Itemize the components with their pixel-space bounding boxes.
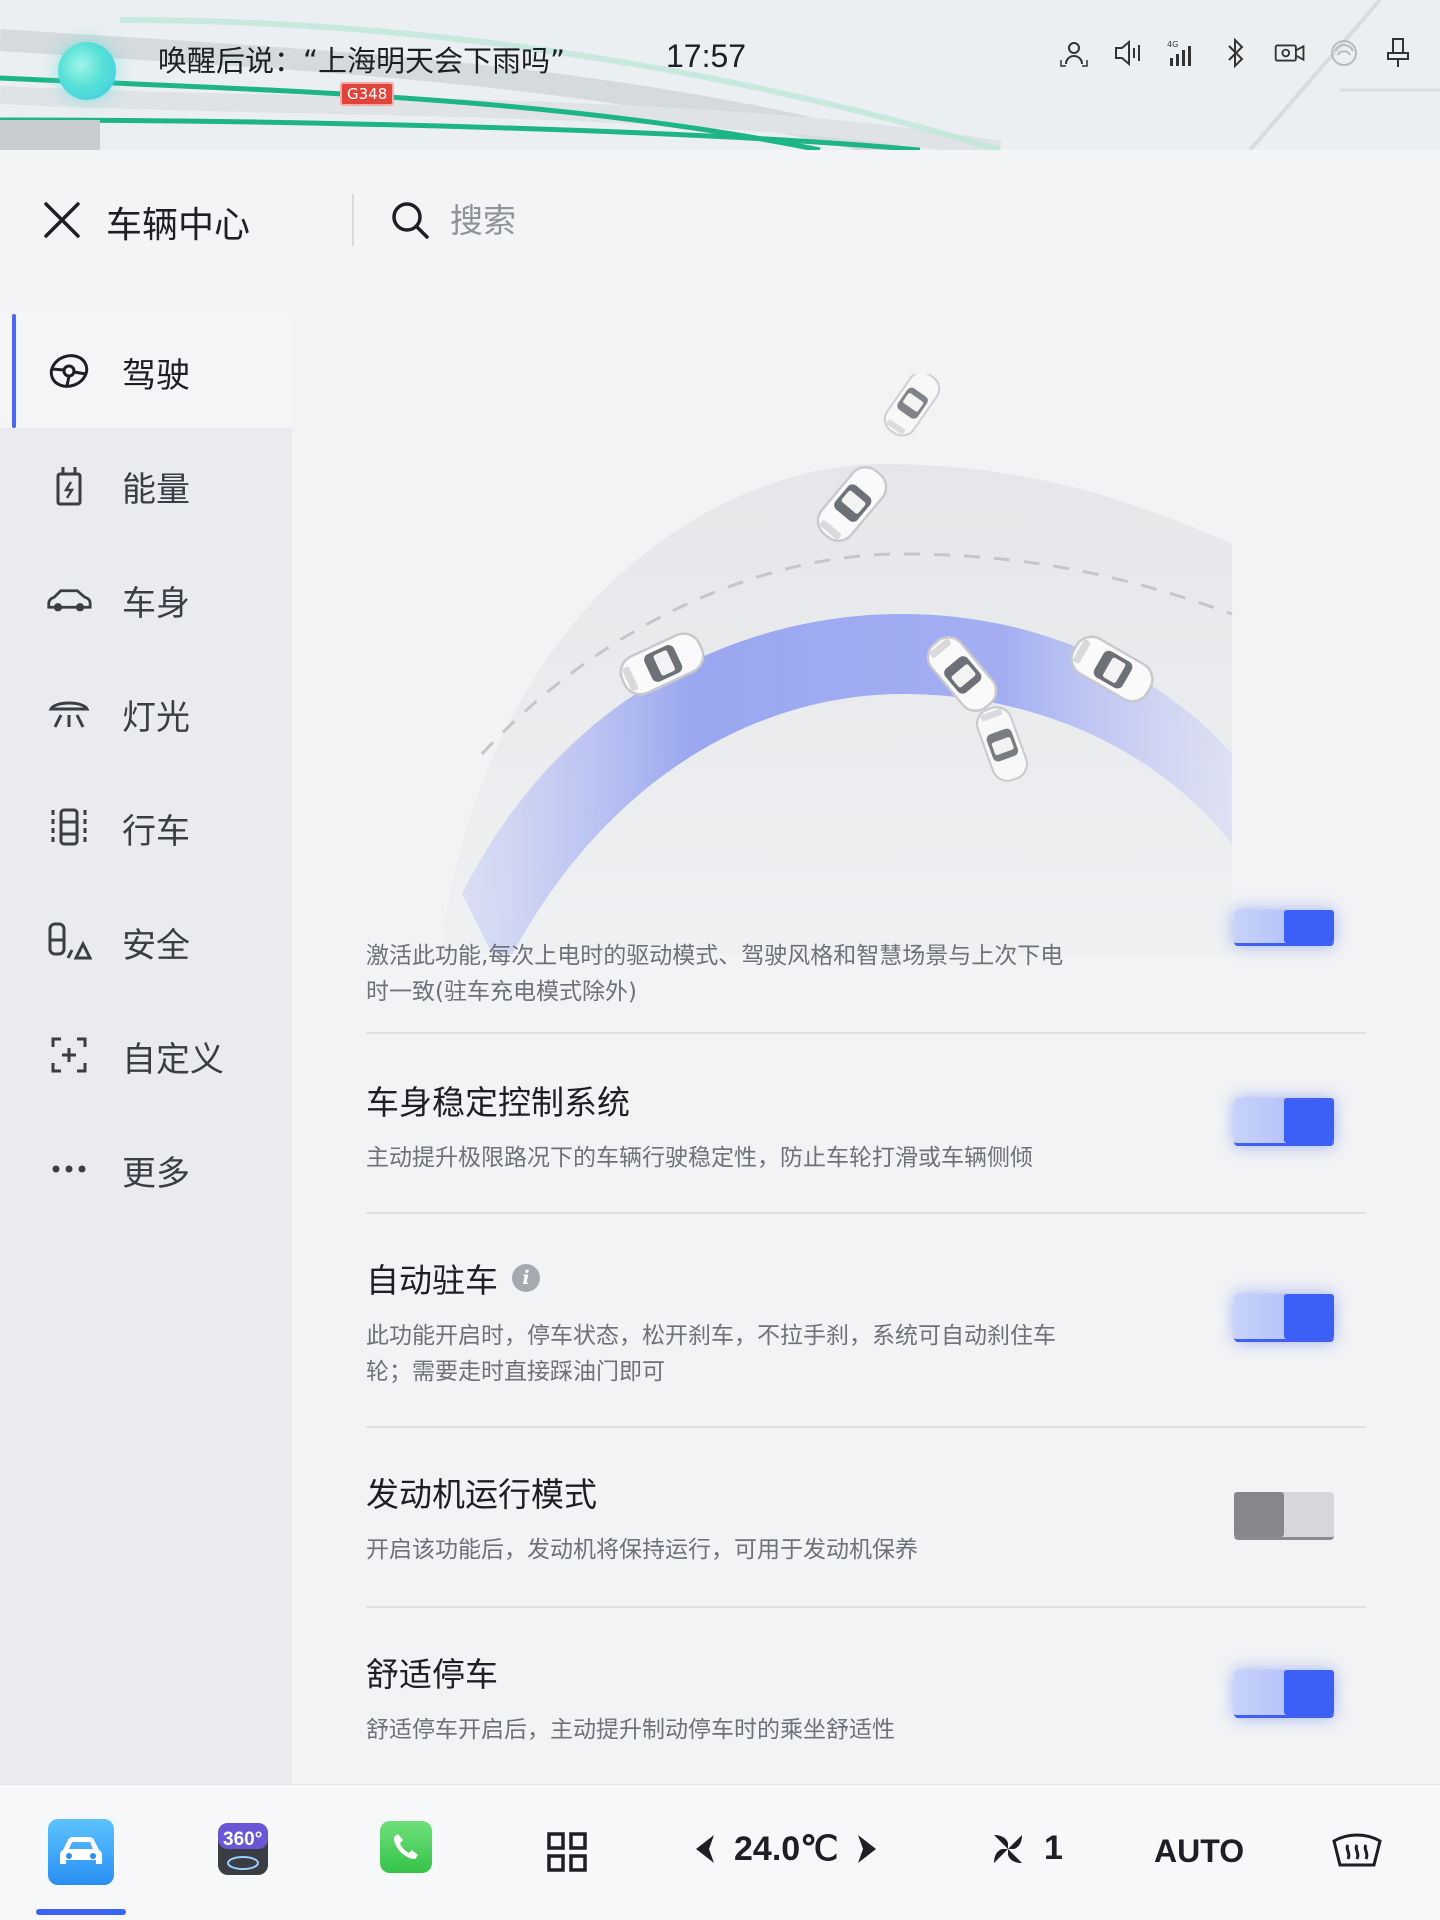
stability-toggle[interactable]	[1234, 1098, 1334, 1146]
light-icon	[46, 692, 92, 734]
bottom-dock: 360° 24.0℃ 1 AUTO	[0, 1784, 1440, 1920]
temperature-control: 24.0℃	[694, 1829, 878, 1869]
sidebar-item-drive[interactable]: 行车	[0, 770, 292, 884]
divider	[366, 1032, 1366, 1034]
setting-desc: 此功能开启时，停车状态，松开刹车，不拉手刹，系统可自动刹住车轮；需要走时直接踩油…	[366, 1323, 1056, 1385]
sidebar-item-lights[interactable]: 灯光	[0, 656, 292, 770]
sidebar-item-body[interactable]: 车身	[0, 542, 292, 656]
windshield-defrost-icon	[1332, 1833, 1382, 1867]
apps-grid-icon	[547, 1832, 587, 1872]
sidebar-item-energy[interactable]: 能量	[0, 428, 292, 542]
camera-360-button[interactable]: 360°	[218, 1821, 268, 1877]
sidebar-item-label: 驾驶	[122, 356, 190, 396]
setting-row-restore-mode: 激活此功能,每次上电时的驱动模式、驾驶风格和智慧场景与上次下电时一致(驻车充电模…	[366, 922, 1366, 1010]
signal-4g-icon: 4G	[1166, 36, 1198, 70]
sidebar-item-label: 行车	[122, 812, 190, 852]
temp-down-icon[interactable]	[694, 1833, 716, 1865]
sidebar-item-label: 能量	[122, 470, 190, 510]
setting-row-comfort-stop: 舒适停车 舒适停车开启后，主动提升制动停车时的乘坐舒适性	[366, 1648, 1366, 1748]
setting-row-autohold: 自动驻车 i 此功能开启时，停车状态，松开刹车，不拉手刹，系统可自动刹住车轮；需…	[366, 1254, 1366, 1390]
setting-title: 车身稳定控制系统	[366, 1083, 630, 1122]
dashcam-icon[interactable]	[1274, 36, 1306, 70]
auto-climate-button[interactable]: AUTO	[1154, 1833, 1244, 1870]
driver-monitor-icon	[1058, 36, 1090, 70]
setting-desc: 主动提升极限路况下的车辆行驶稳定性，防止车轮打滑或车辆侧倾	[366, 1145, 1033, 1171]
setting-desc: 开启该功能后，发动机将保持运行，可用于发动机保养	[366, 1537, 918, 1563]
sidebar: 驾驶 能量 车身 灯光 行车 安全 自定义 更多	[0, 314, 292, 1784]
divider	[366, 1426, 1366, 1428]
voice-hint-text: 唤醒后说：“上海明天会下雨吗”	[158, 44, 566, 78]
search-icon[interactable]	[390, 200, 430, 240]
energy-icon	[46, 464, 92, 506]
car-body-icon	[46, 578, 92, 620]
sidebar-item-label: 自定义	[122, 1040, 224, 1080]
comfort-stop-toggle[interactable]	[1234, 1670, 1334, 1718]
setting-row-stability: 车身稳定控制系统 主动提升极限路况下的车辆行驶稳定性，防止车轮打滑或车辆侧倾	[366, 1076, 1366, 1176]
driving-icon	[46, 806, 92, 848]
bluetooth-icon[interactable]	[1220, 36, 1252, 70]
sidebar-item-label: 安全	[122, 926, 190, 966]
autohold-toggle[interactable]	[1234, 1294, 1334, 1342]
svg-text:4G: 4G	[1167, 40, 1178, 49]
temp-up-icon[interactable]	[856, 1833, 878, 1865]
camera-360-icon: 360°	[218, 1823, 268, 1875]
status-icons: 4G	[1058, 36, 1414, 70]
close-icon	[44, 202, 80, 238]
clock: 17:57	[666, 38, 747, 74]
setting-title: 自动驻车 i	[366, 1254, 1366, 1302]
page-header: 车辆中心	[0, 150, 1440, 314]
divider	[366, 1606, 1366, 1608]
setting-desc: 舒适停车开启后，主动提升制动停车时的乘坐舒适性	[366, 1717, 895, 1743]
status-bar: 唤醒后说：“上海明天会下雨吗” G348 17:57 4G	[0, 0, 1440, 150]
phone-icon	[393, 1834, 418, 1859]
fan-icon	[994, 1834, 1022, 1863]
vehicle-app-button[interactable]	[48, 1819, 114, 1885]
fan-level: 1	[1044, 1829, 1063, 1867]
setting-desc: 激活此功能,每次上电时的驱动模式、驾驶风格和智慧场景与上次下电时一致(驻车充电模…	[366, 943, 1064, 1005]
setting-title: 发动机运行模式	[366, 1475, 597, 1514]
sidebar-item-label: 灯光	[122, 698, 190, 738]
volume-icon[interactable]	[1112, 36, 1144, 70]
defrost-button[interactable]	[1330, 1829, 1384, 1873]
custom-icon	[46, 1034, 92, 1076]
car-icon	[60, 1837, 102, 1864]
header-divider	[352, 194, 354, 246]
phone-button[interactable]	[380, 1821, 432, 1873]
sidebar-item-custom[interactable]: 自定义	[0, 998, 292, 1112]
page-title: 车辆中心	[106, 205, 251, 246]
steering-icon	[46, 350, 92, 392]
search-input[interactable]	[450, 194, 850, 246]
sidebar-item-driving[interactable]: 驾驶	[0, 314, 292, 428]
sidebar-item-safety[interactable]: 安全	[0, 884, 292, 998]
info-icon[interactable]: i	[512, 1264, 540, 1292]
usb-icon	[1382, 36, 1414, 70]
safety-icon	[46, 920, 92, 962]
road-badge: G348	[340, 82, 395, 106]
svg-text:360°: 360°	[223, 1829, 262, 1850]
sidebar-item-label: 更多	[122, 1154, 190, 1194]
more-icon	[46, 1148, 92, 1190]
restore-mode-toggle[interactable]	[1234, 910, 1334, 946]
fan-control[interactable]: 1	[990, 1829, 1063, 1868]
wireless-charge-icon	[1328, 36, 1360, 70]
engine-mode-toggle[interactable]	[1234, 1492, 1334, 1540]
voice-assistant-orb[interactable]	[58, 42, 116, 100]
apps-button[interactable]	[546, 1831, 588, 1873]
close-button[interactable]	[40, 198, 84, 242]
active-indicator	[36, 1909, 126, 1915]
stability-illustration	[442, 374, 1233, 954]
setting-row-engine-mode: 发动机运行模式 开启该功能后，发动机将保持运行，可用于发动机保养	[366, 1468, 1366, 1568]
sidebar-item-more[interactable]: 更多	[0, 1112, 292, 1226]
settings-content: 激活此功能,每次上电时的驱动模式、驾驶风格和智慧场景与上次下电时一致(驻车充电模…	[292, 314, 1440, 1784]
temperature-value: 24.0℃	[734, 1830, 839, 1868]
divider	[366, 1212, 1366, 1214]
sidebar-item-label: 车身	[122, 584, 190, 624]
setting-title: 舒适停车	[366, 1655, 498, 1694]
